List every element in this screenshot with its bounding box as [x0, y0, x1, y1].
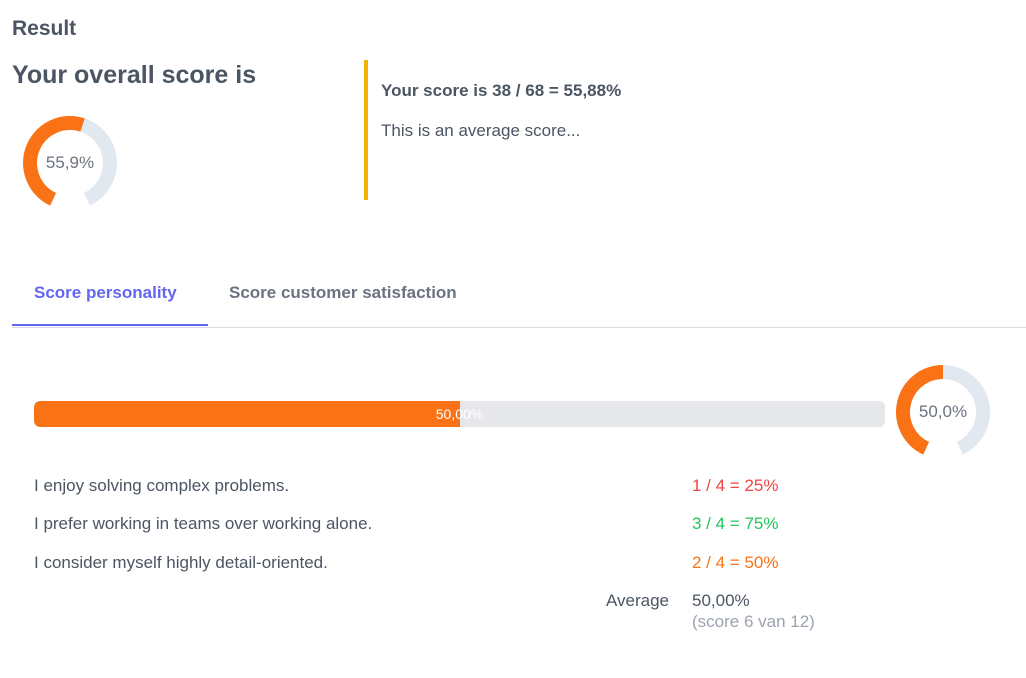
statement-score: 2 / 4 = 50% — [692, 553, 779, 572]
statement-text: I prefer working in teams over working a… — [34, 514, 373, 533]
score-tabs: Score personality Score customer satisfa… — [12, 270, 1026, 328]
statement-text: I consider myself highly detail-oriented… — [34, 553, 328, 572]
personality-gauge-label: 50,0% — [918, 402, 968, 421]
statement-score: 3 / 4 = 75% — [692, 514, 779, 533]
personality-score-gauge: 50,0% — [893, 362, 993, 462]
overall-gauge-label: 55,9% — [45, 153, 95, 172]
personality-progress-bar: 50,00% — [34, 401, 885, 427]
tab-score-personality[interactable]: Score personality — [12, 270, 208, 326]
overall-score-gauge: 55,9% — [20, 113, 120, 213]
average-label: Average — [606, 591, 670, 610]
overall-score-title: Your overall score is — [12, 61, 257, 89]
callout-description: This is an average score... — [381, 121, 581, 140]
statement-score: 1 / 4 = 25% — [692, 476, 779, 495]
progress-label: 50,00% — [435, 406, 484, 422]
score-callout: Your score is 38 / 68 = 55,88% This is a… — [364, 60, 621, 200]
result-page: Result Your overall score is 55,9% Your … — [0, 0, 1026, 678]
average-value: 50,00% — [692, 591, 750, 610]
statement-text: I enjoy solving complex problems. — [34, 476, 290, 495]
result-heading: Result — [12, 17, 77, 40]
tab-score-customer-satisfaction[interactable]: Score customer satisfaction — [229, 270, 457, 326]
callout-score-text: Your score is 38 / 68 = 55,88% — [381, 81, 622, 100]
average-detail: (score 6 van 12) — [692, 612, 815, 631]
